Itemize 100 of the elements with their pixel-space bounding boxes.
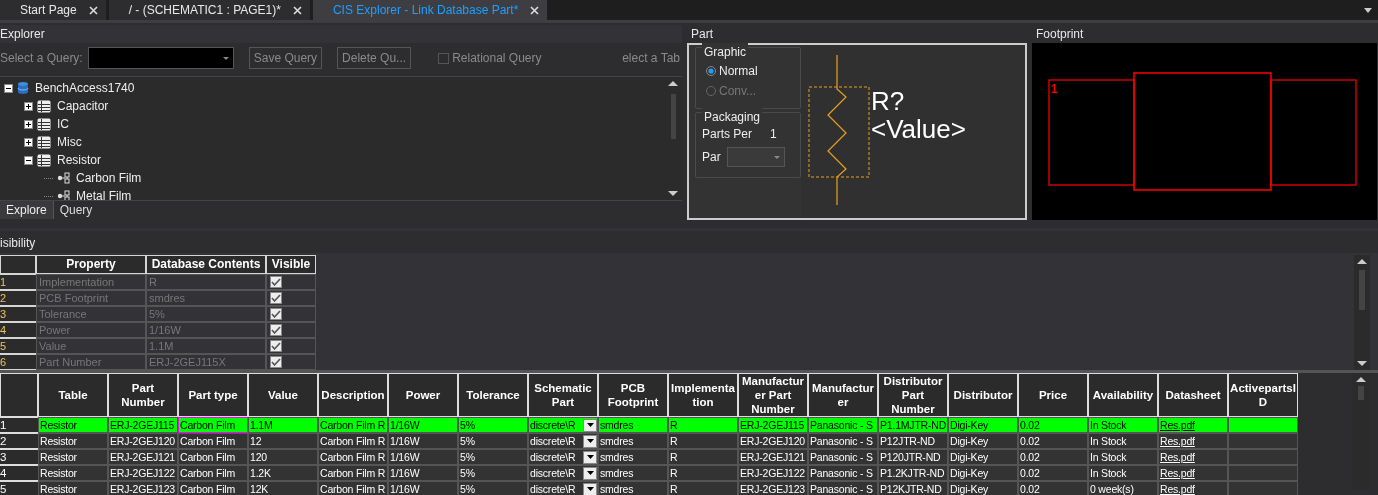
table-cell: Digi-Key bbox=[948, 465, 1018, 481]
tree-item[interactable]: Misc bbox=[57, 133, 82, 151]
column-header: Distributor Part Number bbox=[878, 373, 948, 417]
tree-item[interactable]: Metal Film bbox=[76, 187, 132, 200]
row-number: 2 bbox=[0, 290, 36, 306]
table-cell: 0.02 bbox=[1018, 417, 1088, 433]
selected-row[interactable]: 1 Resistor ERJ-2GEJ115 Carbon Film 1.1M Carbon Film R 1/16W 5% discrete\R smdres R ERJ-2GEJ115 Panasonic - S P1.1MJTR-ND Digi-Key 0.02 In Stock Res.pdf bbox=[0, 417, 1298, 433]
tree-item[interactable]: Carbon Film bbox=[76, 169, 142, 187]
panel-tab[interactable]: Query bbox=[53, 201, 99, 219]
table-cell: Resistor bbox=[38, 417, 108, 433]
table-cell: R bbox=[668, 417, 738, 433]
document-tab[interactable]: CIS Explorer - Link Database Part* bbox=[312, 0, 548, 20]
visible-checkbox[interactable] bbox=[270, 324, 282, 336]
table-cell: Carbon Film bbox=[178, 449, 248, 465]
table-cell: Digi-Key bbox=[948, 481, 1018, 495]
table-cell: PCB Footprint bbox=[36, 290, 146, 306]
table-cell: Tolerance bbox=[36, 306, 146, 322]
table-cell: 5% bbox=[458, 449, 528, 465]
table-row[interactable]: 4 Resistor ERJ-2GEJ122 Carbon Film 1.2K Carbon Film R 1/16W 5% discrete\R smdres R ERJ-2GEJ122 Panasonic - S P1.2KJTR-ND Digi-Key 0.02 In Stock Res.pdf bbox=[0, 465, 1298, 481]
table-cell: 1/16W bbox=[146, 322, 266, 338]
value-label: <Value> bbox=[871, 115, 966, 143]
table-cell: In Stock bbox=[1088, 465, 1158, 481]
scroll-thumb bbox=[1359, 270, 1365, 310]
expand-icon[interactable] bbox=[24, 137, 33, 147]
table-cell: Carbon Film R bbox=[318, 465, 388, 481]
column-header: Price bbox=[1018, 373, 1088, 417]
collapse-icon[interactable] bbox=[24, 155, 33, 165]
row-number: 5 bbox=[0, 481, 38, 495]
table-cell: 1.1M bbox=[248, 417, 318, 433]
row-number: 2 bbox=[0, 433, 38, 449]
visible-checkbox[interactable] bbox=[270, 340, 282, 352]
column-header: Availability bbox=[1088, 373, 1158, 417]
pin-label: 1 bbox=[1051, 81, 1058, 98]
table-icon bbox=[37, 135, 51, 149]
table-cell: Resistor bbox=[38, 481, 108, 495]
query-button[interactable]: Delete Qu... bbox=[337, 47, 412, 69]
table-cell: ERJ-2GEJ115 bbox=[108, 417, 178, 433]
table-cell: P120JTR-ND bbox=[878, 449, 948, 465]
column-header: Power bbox=[388, 373, 458, 417]
relational-query-checkbox[interactable]: Relational Query bbox=[438, 49, 542, 67]
group-title: Graphic bbox=[702, 43, 749, 61]
row-number: 5 bbox=[0, 338, 36, 354]
table-row[interactable]: 2 Resistor ERJ-2GEJ120 Carbon Film 12 Carbon Film R 1/16W 5% discrete\R smdres R ERJ-2GEJ120 Panasonic - S P12JTR-ND Digi-Key 0.02 In Stock Res.pdf bbox=[0, 433, 1298, 449]
table-cell: Power bbox=[36, 322, 146, 338]
caret-icon bbox=[773, 155, 780, 159]
expand-icon[interactable] bbox=[24, 101, 33, 111]
scrollbar[interactable] bbox=[1352, 373, 1370, 490]
table-cell: In Stock bbox=[1088, 417, 1158, 433]
tree-item[interactable]: Resistor bbox=[57, 151, 101, 169]
tree-item[interactable]: IC bbox=[57, 115, 69, 133]
table-cell: ERJ-2GEJ123 bbox=[738, 481, 808, 495]
visible-checkbox[interactable] bbox=[270, 356, 282, 368]
table-cell: 1/16W bbox=[388, 481, 458, 495]
column-header: Part type bbox=[178, 373, 248, 417]
query-button[interactable]: Save Query bbox=[248, 47, 323, 69]
close-icon bbox=[88, 5, 98, 15]
query-icon bbox=[57, 190, 70, 200]
visible-checkbox[interactable] bbox=[270, 292, 282, 304]
table-cell: Carbon Film R bbox=[318, 481, 388, 495]
table-cell: Digi-Key bbox=[948, 449, 1018, 465]
collapse-icon[interactable] bbox=[4, 83, 13, 93]
dropdown-button[interactable] bbox=[583, 450, 597, 464]
visible-checkbox[interactable] bbox=[270, 276, 282, 288]
table-cell: 1.2K bbox=[248, 465, 318, 481]
panel-tab[interactable]: Explore bbox=[0, 201, 54, 219]
table-cell: R bbox=[146, 274, 266, 290]
document-tab[interactable]: Start Page bbox=[0, 0, 106, 20]
dropdown-button[interactable] bbox=[583, 466, 597, 480]
document-tab[interactable]: / - (SCHEMATIC1 : PAGE1)* bbox=[108, 0, 310, 20]
caret-icon bbox=[586, 471, 594, 475]
query-label: Select a Query: bbox=[0, 50, 83, 67]
query-dropdown[interactable] bbox=[87, 47, 234, 69]
table-cell: ERJ-2GEJ122 bbox=[738, 465, 808, 481]
table-cell: P1.2KJTR-ND bbox=[878, 465, 948, 481]
dropdown-button[interactable] bbox=[583, 482, 597, 495]
dropdown-button[interactable] bbox=[583, 418, 597, 432]
table-cell-text: discrete\R bbox=[530, 434, 577, 448]
row-number: 4 bbox=[0, 322, 36, 338]
expand-icon[interactable] bbox=[24, 119, 33, 129]
dropdown-button[interactable] bbox=[583, 434, 597, 448]
field-value: 1 bbox=[770, 126, 777, 143]
table-cell: 5% bbox=[458, 433, 528, 449]
column-header: ActivepartsID bbox=[1228, 373, 1298, 417]
radio-button[interactable]: Normal bbox=[706, 62, 800, 80]
column-header: Property bbox=[36, 255, 146, 274]
tree-item[interactable]: BenchAccess1740 bbox=[35, 79, 135, 97]
column-header: Tolerance bbox=[458, 373, 528, 417]
table-cell: R bbox=[668, 433, 738, 449]
table-row[interactable]: 5 Resistor ERJ-2GEJ123 Carbon Film 12K Carbon Film R 1/16W 5% discrete\R smdres R ERJ-2GEJ123 Panasonic - S P12KJTR-ND Digi-Key 0.02 0 week(s) Res.pdf bbox=[0, 481, 1298, 495]
visible-checkbox[interactable] bbox=[270, 308, 282, 320]
table-cell: 1/16W bbox=[388, 433, 458, 449]
scrollbar[interactable] bbox=[1354, 255, 1370, 370]
table-cell: 12 bbox=[248, 433, 318, 449]
table-row[interactable]: 3 Resistor ERJ-2GEJ121 Carbon Film 120 Carbon Film R 1/16W 5% discrete\R smdres R ERJ-2GEJ121 Panasonic - S P120JTR-ND Digi-Key 0.02 In Stock Res.pdf bbox=[0, 449, 1298, 465]
scroll-thumb bbox=[670, 94, 676, 139]
table-icon bbox=[37, 153, 51, 167]
column-header: Value bbox=[248, 373, 318, 417]
column-header: Visible bbox=[266, 255, 316, 274]
tree-item[interactable]: Capacitor bbox=[57, 97, 109, 115]
table-cell: Part Number bbox=[36, 354, 146, 370]
